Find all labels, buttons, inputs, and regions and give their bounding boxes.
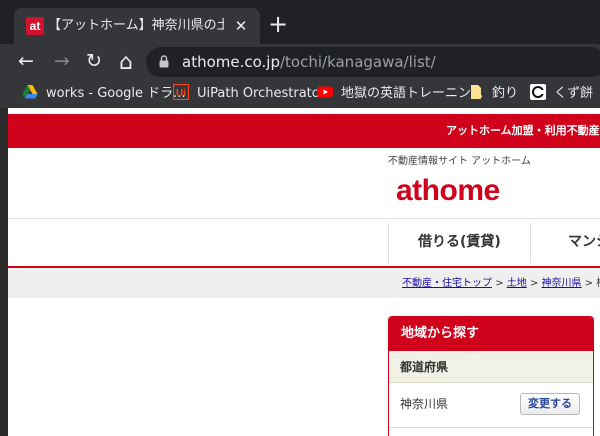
breadcrumb-link-top[interactable]: 不動産・住宅トップ	[402, 278, 492, 289]
breadcrumb-bar: 不動産・住宅トップ > 土地 > 神奈川県 > 検	[8, 268, 600, 298]
bookmark-google-drive[interactable]: works - Google ドラ...	[22, 84, 186, 104]
athome-logo[interactable]: athome	[396, 174, 500, 208]
folder-icon	[471, 85, 481, 99]
bookmarks-bar: works - Google ドラ... Ui UiPath Orchestra…	[0, 80, 600, 108]
reload-icon[interactable]: ↻	[82, 50, 106, 74]
address-bar[interactable]: athome.co.jp/tochi/kanagawa/list/	[146, 47, 600, 77]
tab-close-icon[interactable]: ✕	[232, 17, 250, 35]
web-page: アットホーム加盟・利用不動産 不動産情報サイト アットホーム athome 借り…	[8, 108, 600, 436]
bookmark-label: くず餅	[554, 86, 594, 101]
tab-title: 【アットホーム】神奈川県の土地探し	[48, 18, 224, 33]
breadcrumb-separator: >	[529, 278, 539, 289]
breadcrumb: 不動産・住宅トップ > 土地 > 神奈川県 > 検	[402, 277, 600, 291]
youtube-icon	[317, 86, 333, 98]
uipath-icon: Ui	[173, 84, 189, 100]
google-drive-icon	[22, 85, 38, 99]
url-path: /tochi/kanagawa/list/	[279, 53, 436, 71]
breadcrumb-tail: > 検	[584, 278, 600, 289]
bookmark-label: 釣り	[492, 86, 519, 101]
back-arrow-icon[interactable]: ←	[14, 50, 38, 74]
browser-toolbar: ← → ↻ ⌂ athome.co.jp/tochi/kanagawa/list…	[0, 44, 600, 80]
nav-item-rent[interactable]: 借りる(賃貸)	[418, 232, 501, 252]
prefecture-value: 神奈川県	[400, 397, 449, 411]
nav-item-mansion[interactable]: マンシ	[568, 232, 600, 252]
svg-text:Ui: Ui	[176, 88, 186, 99]
bookmark-label: 地獄の英語トレーニン...	[341, 86, 484, 101]
breadcrumb-link-land[interactable]: 土地	[507, 278, 527, 289]
breadcrumb-separator: >	[495, 278, 504, 289]
bookmark-folder[interactable]: 釣り	[468, 84, 518, 104]
site-tagline: 不動産情報サイト アットホーム	[388, 156, 531, 167]
url-text: athome.co.jp/tochi/kanagawa/list/	[182, 53, 436, 71]
browser-tab-active[interactable]: at 【アットホーム】神奈川県の土地探し ✕	[14, 8, 260, 44]
site-icon	[530, 84, 546, 100]
bookmark-youtube[interactable]: 地獄の英語トレーニン...	[317, 84, 483, 104]
nav-divider	[530, 223, 531, 263]
forward-arrow-icon[interactable]: →	[50, 50, 74, 74]
browser-tab-strip: at 【アットホーム】神奈川県の土地探し ✕ +	[0, 0, 600, 44]
global-nav: 借りる(賃貸) マンシ	[8, 218, 600, 268]
new-tab-button[interactable]: +	[266, 12, 290, 36]
home-icon[interactable]: ⌂	[114, 50, 138, 75]
window-edge	[0, 108, 8, 436]
member-link[interactable]: アットホーム加盟・利用不動産	[446, 123, 600, 139]
bookmark-uipath[interactable]: Ui UiPath Orchestrator	[173, 84, 325, 104]
lock-icon	[159, 55, 169, 68]
site-top-bar: アットホーム加盟・利用不動産	[8, 114, 600, 148]
divider	[389, 427, 593, 428]
region-search-panel: 地域から探す 都道府県 神奈川県 変更する	[388, 316, 594, 436]
athome-favicon-icon: at	[26, 17, 44, 35]
breadcrumb-link-kanagawa[interactable]: 神奈川県	[542, 278, 582, 289]
region-search-heading: 地域から探す	[389, 317, 593, 351]
nav-divider	[388, 223, 389, 263]
prefecture-label: 都道府県	[389, 351, 593, 383]
logo-text: athome	[396, 174, 500, 207]
url-host: athome.co.jp	[182, 53, 280, 71]
bookmark-kuzumochi[interactable]: くず餅	[530, 84, 593, 104]
bookmark-label: works - Google ドラ...	[46, 86, 186, 101]
change-prefecture-button[interactable]: 変更する	[520, 393, 580, 415]
bookmark-label: UiPath Orchestrator	[197, 86, 326, 101]
